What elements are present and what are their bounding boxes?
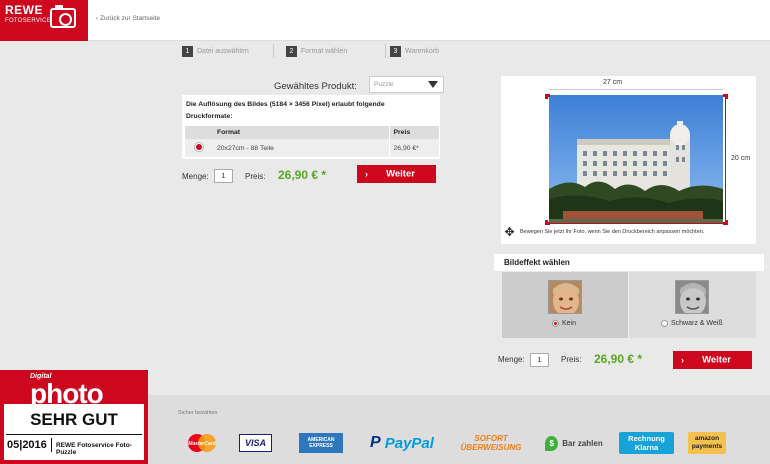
child-portrait-color-image	[549, 281, 581, 313]
continue-button-label: Weiter	[386, 168, 415, 180]
mastercard-logo: MasterCard	[184, 432, 220, 454]
step-1[interactable]: 1 Datei auswählen	[182, 46, 249, 57]
klarna-text: Rechnung Klarna	[628, 434, 665, 452]
move-hint-text: Bewegen Sie jetzt Ihr Foto, wenn Sie den…	[520, 229, 705, 235]
step-label: Datei auswählen	[197, 48, 249, 55]
sofort-text: SOFORT ÜBERWEISUNG	[460, 434, 522, 452]
product-select[interactable]: Puzzle	[369, 76, 444, 93]
effect-label-none[interactable]: Kein	[552, 320, 576, 327]
format-table: Format Preis 20x27cm - 88 Teile 26,90 €*	[185, 126, 439, 157]
price-cell: 26,90 €*	[388, 139, 439, 157]
barzahlen-logo: $ Bar zahlen	[540, 432, 608, 454]
step-2[interactable]: 2 Format wählen	[286, 46, 347, 57]
crop-corner-bottom-left[interactable]	[545, 220, 550, 225]
effect-option-none[interactable]: Kein	[502, 272, 628, 338]
effect-label-bw[interactable]: Schwarz & Weiß	[661, 320, 723, 327]
width-dimension-label: 27 cm	[603, 79, 623, 86]
mastercard-icon: MasterCard	[188, 434, 217, 452]
badge-divider	[6, 434, 142, 435]
badge-grade: SEHR GUT	[30, 410, 118, 429]
step-label: Warenkorb	[405, 48, 439, 55]
product-select-value: Puzzle	[374, 81, 394, 88]
klarna-logo: Rechnung Klarna	[619, 432, 674, 454]
amazon-payments-logo: amazon payments	[688, 432, 726, 454]
width-dimension-line	[549, 89, 723, 90]
effect-thumbnail-color	[548, 280, 582, 314]
price-label: Preis:	[245, 172, 266, 181]
camera-icon	[50, 5, 76, 28]
payment-title: Sicher bezahlen	[178, 410, 218, 416]
continue-button[interactable]: › Weiter	[357, 165, 436, 183]
effect-section-title: Bildeffekt wählen	[494, 254, 764, 271]
crop-corner-bottom-right[interactable]	[723, 220, 728, 225]
rewe-logo[interactable]: REWE FOTOSERVICE	[0, 0, 88, 41]
radio-unselected-icon	[661, 320, 668, 327]
paypal-logo: P PayPal	[360, 432, 444, 454]
continue-button-label: Weiter	[702, 354, 731, 366]
format-cell: 20x27cm - 88 Teile	[213, 139, 389, 157]
quantity-input-bottom[interactable]: 1	[530, 353, 549, 367]
resolution-info-text: Die Auflösung des Bildes (5184 × 3456 Pi…	[186, 101, 385, 120]
table-header-price: Preis	[388, 126, 439, 139]
step-number: 3	[390, 46, 401, 57]
effect-label-text: Schwarz & Weiß	[671, 320, 723, 327]
logo-text: REWE	[5, 3, 43, 17]
amex-text: AMERICAN EXPRESS	[307, 437, 335, 449]
child-portrait-bw-image	[676, 281, 708, 313]
logo-subtext: FOTOSERVICE	[5, 18, 52, 24]
badge-vertical-divider	[51, 438, 52, 452]
visa-logo: VISA	[239, 434, 272, 452]
test-award-badge: Digital photo SEHR GUT 05|2016 REWE Foto…	[0, 370, 148, 464]
sofort-logo: SOFORT ÜBERWEISUNG	[458, 432, 524, 454]
badge-product: REWE Fotoservice Foto-Puzzle	[56, 442, 132, 456]
table-header-format: Format	[213, 126, 389, 139]
price-value-bottom: 26,90 € *	[594, 352, 643, 366]
quantity-label-bottom: Menge:	[498, 355, 525, 364]
badge-date: 05|2016	[7, 439, 47, 451]
quantity-label: Menge:	[182, 172, 209, 181]
barzahlen-pin-icon: $	[545, 435, 559, 451]
paypal-p-icon: P	[370, 434, 381, 451]
paypal-text: PayPal	[384, 434, 434, 452]
header: REWE FOTOSERVICE ‹ Zurück zur Startseite	[0, 0, 770, 41]
height-dimension-label: 20 cm	[731, 155, 751, 162]
crop-corner-top-left[interactable]	[545, 94, 550, 99]
step-3[interactable]: 3 Warenkorb	[390, 46, 439, 57]
back-to-home-link[interactable]: ‹ Zurück zur Startseite	[96, 15, 160, 22]
crop-corner-top-right[interactable]	[723, 94, 728, 99]
quantity-input[interactable]: 1	[214, 169, 233, 183]
continue-button-bottom[interactable]: › Weiter	[673, 351, 752, 369]
table-header-select	[185, 126, 213, 139]
step-label: Format wählen	[301, 48, 348, 55]
step-number: 2	[286, 46, 297, 57]
effect-option-bw[interactable]: Schwarz & Weiß	[628, 272, 754, 338]
radio-selected-icon	[552, 320, 559, 327]
step-divider	[273, 44, 274, 58]
amex-logo: AMERICAN EXPRESS	[299, 433, 343, 453]
price-label-bottom: Preis:	[561, 355, 582, 364]
price-value: 26,90 € *	[278, 168, 327, 182]
product-label: Gewähltes Produkt:	[274, 81, 357, 92]
visa-text: VISA	[244, 438, 266, 448]
radio-selected-icon	[196, 144, 202, 150]
effect-thumbnail-bw	[675, 280, 709, 314]
print-area-frame	[549, 95, 726, 224]
barzahlen-text: Bar zahlen	[562, 438, 603, 448]
step-divider	[385, 44, 386, 58]
table-header-row: Format Preis	[185, 126, 439, 139]
chevron-down-icon	[428, 81, 438, 88]
effect-options-panel: Kein Schwarz & Weiß	[502, 272, 756, 338]
step-number: 1	[182, 46, 193, 57]
amazon-payments-text: amazon payments	[691, 435, 723, 450]
badge-rating-box: SEHR GUT 05|2016 REWE Fotoservice Foto-P…	[4, 404, 144, 460]
move-icon[interactable]: ✥	[503, 226, 516, 239]
effect-label-text: Kein	[562, 320, 577, 327]
table-row[interactable]: 20x27cm - 88 Teile 26,90 €*	[185, 139, 439, 157]
mastercard-text: MasterCard	[188, 441, 216, 447]
format-radio[interactable]	[185, 139, 213, 157]
